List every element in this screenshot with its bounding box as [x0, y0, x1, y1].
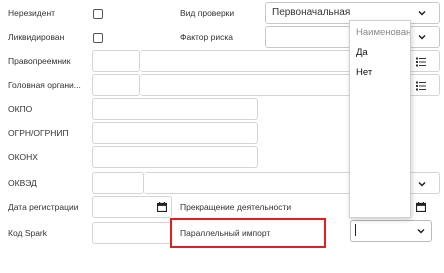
check-type-value: Первоначальная — [272, 7, 351, 18]
parent-org-code-field[interactable] — [92, 74, 140, 96]
termination-label: Прекращение деятельности — [180, 202, 292, 212]
nonresident-label: Нерезидент — [8, 8, 56, 18]
list-picker-icon[interactable] — [416, 57, 426, 67]
dropdown-header: Наименован — [356, 27, 411, 38]
okonh-label: ОКОНХ — [8, 152, 38, 162]
spark-label: Код Spark — [8, 228, 48, 238]
risk-factor-label: Фактор риска — [180, 32, 233, 42]
liquidated-checkbox[interactable] — [93, 33, 103, 43]
chevron-down-icon[interactable] — [418, 33, 426, 41]
spark-field[interactable] — [92, 222, 172, 244]
list-picker-icon[interactable] — [416, 81, 426, 91]
chevron-down-icon[interactable] — [418, 9, 426, 17]
text-cursor — [355, 224, 356, 237]
okved-code-field[interactable] — [92, 172, 144, 194]
dropdown-option-yes[interactable]: Да — [350, 43, 410, 63]
highlight-box — [170, 218, 326, 248]
chevron-down-icon[interactable] — [418, 180, 426, 188]
calendar-icon[interactable] — [157, 202, 167, 212]
ogrn-label: ОГРН/ОГРНИП — [8, 128, 69, 138]
okpo-field[interactable] — [92, 98, 258, 120]
okonh-field[interactable] — [92, 146, 258, 168]
liquidated-label: Ликвидирован — [8, 32, 65, 42]
reg-date-label: Дата регистрации — [8, 202, 79, 212]
ogrn-field[interactable] — [92, 122, 258, 144]
dropdown-option-no[interactable]: Нет — [350, 63, 410, 83]
calendar-icon[interactable] — [416, 202, 426, 212]
dropdown-list: Наименован Да Нет — [349, 20, 411, 218]
parent-org-label: Головная органи... — [8, 80, 81, 90]
successor-code-field[interactable] — [92, 50, 140, 72]
successor-label: Правопреемник — [8, 56, 71, 66]
okved-label: ОКВЭД — [8, 178, 37, 188]
chevron-down-icon[interactable] — [417, 227, 425, 235]
nonresident-checkbox[interactable] — [93, 9, 103, 19]
check-type-label: Вид проверки — [180, 8, 235, 18]
okpo-label: ОКПО — [8, 104, 33, 114]
